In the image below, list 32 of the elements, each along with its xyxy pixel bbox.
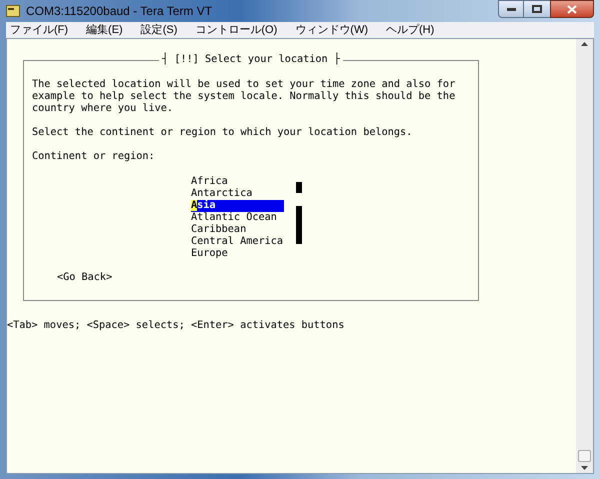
minimize-button[interactable]: [498, 0, 524, 18]
terminal-icon: [6, 5, 20, 17]
dialog-prompt: Select the continent or region to which your location belongs.: [32, 127, 414, 139]
list-item[interactable]: Central America: [191, 236, 284, 248]
close-icon: [567, 4, 577, 14]
menu-item[interactable]: ファイル(F): [10, 22, 68, 38]
go-back-button[interactable]: <Go Back>: [57, 272, 112, 284]
window-title: COM3:115200baud - Tera Term VT: [26, 3, 212, 20]
key-hint: <Tab> moves; <Space> selects; <Enter> activates buttons: [7, 320, 346, 332]
menu-item[interactable]: 設定(S): [140, 22, 178, 38]
menu-item[interactable]: 編集(E): [86, 22, 123, 38]
close-button[interactable]: [550, 0, 594, 18]
maximize-button[interactable]: [524, 0, 550, 18]
dialog-description: The selected location will be used to set your time zone and also for example to help select the system locale. Normally this should be the country where you live.: [32, 79, 456, 115]
scrollbar[interactable]: [576, 39, 593, 473]
menu-item[interactable]: ヘルプ(H): [386, 22, 434, 38]
scrollbar-thumb[interactable]: [578, 450, 591, 462]
scroll-down-icon[interactable]: [581, 466, 588, 470]
maximize-icon: [532, 5, 542, 13]
list-scrollbar: [296, 182, 302, 244]
menu-item[interactable]: コントロール(O): [195, 22, 278, 38]
dialog-title: ┤ [!!] Select your location ├: [159, 54, 343, 66]
list-label: Continent or region:: [32, 151, 156, 163]
list-item[interactable]: Europe: [191, 248, 284, 260]
list-item[interactable]: Africa: [191, 176, 284, 188]
minimize-icon: [506, 8, 516, 10]
scroll-up-icon[interactable]: [581, 42, 588, 46]
list-item[interactable]: Antarctica: [191, 188, 284, 200]
menu-item[interactable]: ウィンドウ(W): [295, 22, 368, 38]
list-item[interactable]: Caribbean: [191, 224, 284, 236]
list-item[interactable]: Asia: [191, 200, 284, 212]
list-item[interactable]: Atlantic Ocean: [191, 212, 284, 224]
